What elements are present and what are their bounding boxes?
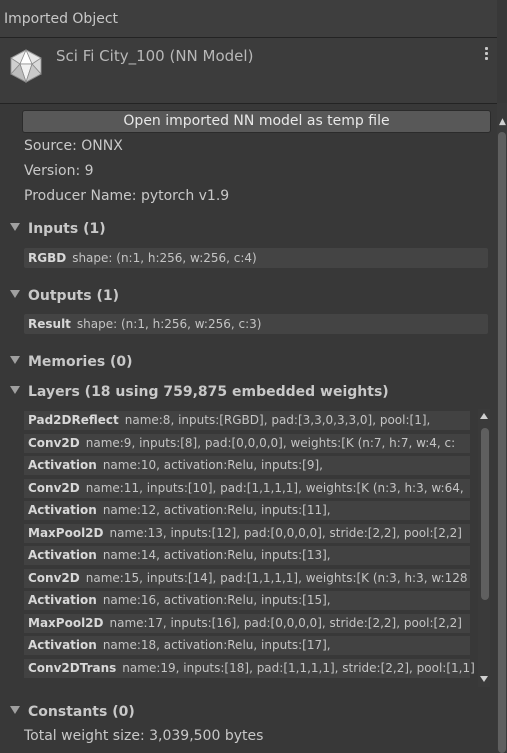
source-label: Source: ONNX [24,138,123,154]
asset-title: Sci Fi City_100 (NN Model) [56,47,254,65]
layer-type: Activation [28,593,97,607]
memories-title: Memories (0) [28,354,133,370]
layers-list[interactable]: Pad2DReflect name:8, inputs:[RGBD], pad:[… [24,409,478,689]
inputs-foldout[interactable]: Inputs (1) [10,221,106,237]
layer-detail: name:12, activation:Relu, inputs:[11], [102,503,331,517]
input-shape: shape: (n:1, h:256, w:256, c:4) [72,251,257,265]
version-label: Version: 9 [24,163,94,179]
layer-type: Activation [28,638,97,652]
layers-foldout[interactable]: Layers (18 using 759,875 embedded weight… [10,384,389,400]
scroll-up-arrow-icon[interactable]: ▲ [498,117,507,127]
more-options-icon[interactable] [480,45,492,63]
layer-type: Conv2D [28,480,80,495]
layer-type: Activation [28,458,97,472]
foldout-arrow-icon [10,386,20,394]
window-title: Imported Object [4,11,119,27]
inspector-title-bar: Imported Object [0,0,497,38]
input-field-rgbd: RGBD shape: (n:1, h:256, w:256, c:4) [24,248,488,268]
layer-row: MaxPool2D name:17, inputs:[16], pad:[0,0,… [24,612,478,635]
layer-detail: name:17, inputs:[16], pad:[0,0,0,0], str… [109,615,462,630]
layer-type: Pad2DReflect [28,413,119,427]
outputs-foldout[interactable]: Outputs (1) [10,288,119,304]
foldout-arrow-icon [10,223,20,231]
producer-label: Producer Name: pytorch v1.9 [24,188,230,204]
layer-detail: name:18, activation:Relu, inputs:[17], [102,638,331,652]
foldout-arrow-icon [10,706,20,714]
layer-type: Conv2D [28,570,80,585]
layer-type: MaxPool2D [28,615,104,630]
layer-type: MaxPool2D [28,525,104,540]
layer-detail: name:8, inputs:[RGBD], pad:[3,3,0,3,3,0]… [124,413,431,427]
layer-type: Activation [28,503,97,517]
layer-detail: name:19, inputs:[18], pad:[1,1,1,1], str… [122,660,475,675]
output-field-result: Result shape: (n:1, h:256, w:256, c:3) [24,314,488,334]
layer-row: Activation name:18, activation:Relu, inpu… [24,634,478,657]
layer-detail: name:13, inputs:[12], pad:[0,0,0,0], str… [109,525,462,540]
layers-scroll-up-icon[interactable] [480,413,488,419]
layer-detail: name:11, inputs:[10], pad:[1,1,1,1], wei… [85,480,464,495]
layer-detail: name:10, activation:Relu, inputs:[9], [102,458,323,472]
layer-row: Conv2D name:15, inputs:[14], pad:[1,1,1,1… [24,567,478,590]
input-name: RGBD [28,251,67,265]
layer-detail: name:9, inputs:[8], pad:[0,0,0,0], weigh… [85,435,456,450]
layer-row: MaxPool2D name:13, inputs:[12], pad:[0,0,… [24,522,478,545]
constants-title: Constants (0) [28,704,135,720]
layer-type: Conv2DTrans [28,660,117,675]
memories-foldout[interactable]: Memories (0) [10,354,133,370]
layer-row: Conv2DTrans name:19, inputs:[18], pad:[1,… [24,657,478,680]
layer-row: Conv2D name:11, inputs:[10], pad:[1,1,1,1… [24,477,478,500]
inspector-scrollbar-thumb[interactable] [498,132,506,753]
output-shape: shape: (n:1, h:256, w:256, c:3) [76,317,262,331]
polyhedron-icon [10,48,42,84]
inputs-title: Inputs (1) [28,221,106,237]
layer-row: Pad2DReflect name:8, inputs:[RGBD], pad:[… [24,409,478,432]
layers-title: Layers (18 using 759,875 embedded weight… [28,384,389,400]
constants-foldout[interactable]: Constants (0) [10,704,135,720]
layers-scroll-down-icon[interactable] [480,676,488,682]
total-weight-label: Total weight size: 3,039,500 bytes [24,728,264,744]
output-name: Result [28,317,71,331]
layer-row: Conv2D name:9, inputs:[8], pad:[0,0,0,0],… [24,432,478,455]
layer-row: Activation name:16, activation:Relu, inpu… [24,589,478,612]
layer-detail: name:16, activation:Relu, inputs:[15], [102,593,331,607]
layer-type: Activation [28,548,97,562]
foldout-arrow-icon [10,356,20,364]
layer-detail: name:14, activation:Relu, inputs:[13], [102,548,331,562]
layer-row: Activation name:12, activation:Relu, inpu… [24,499,478,522]
foldout-arrow-icon [10,290,20,298]
layer-detail: name:15, inputs:[14], pad:[1,1,1,1], wei… [85,570,468,585]
layers-scrollbar-thumb[interactable] [481,428,489,600]
layer-row: Activation name:10, activation:Relu, inpu… [24,454,478,477]
layer-row: Activation name:14, activation:Relu, inpu… [24,544,478,567]
open-temp-file-button[interactable]: Open imported NN model as temp file [22,110,491,133]
outputs-title: Outputs (1) [28,288,119,304]
layer-type: Conv2D [28,435,80,450]
